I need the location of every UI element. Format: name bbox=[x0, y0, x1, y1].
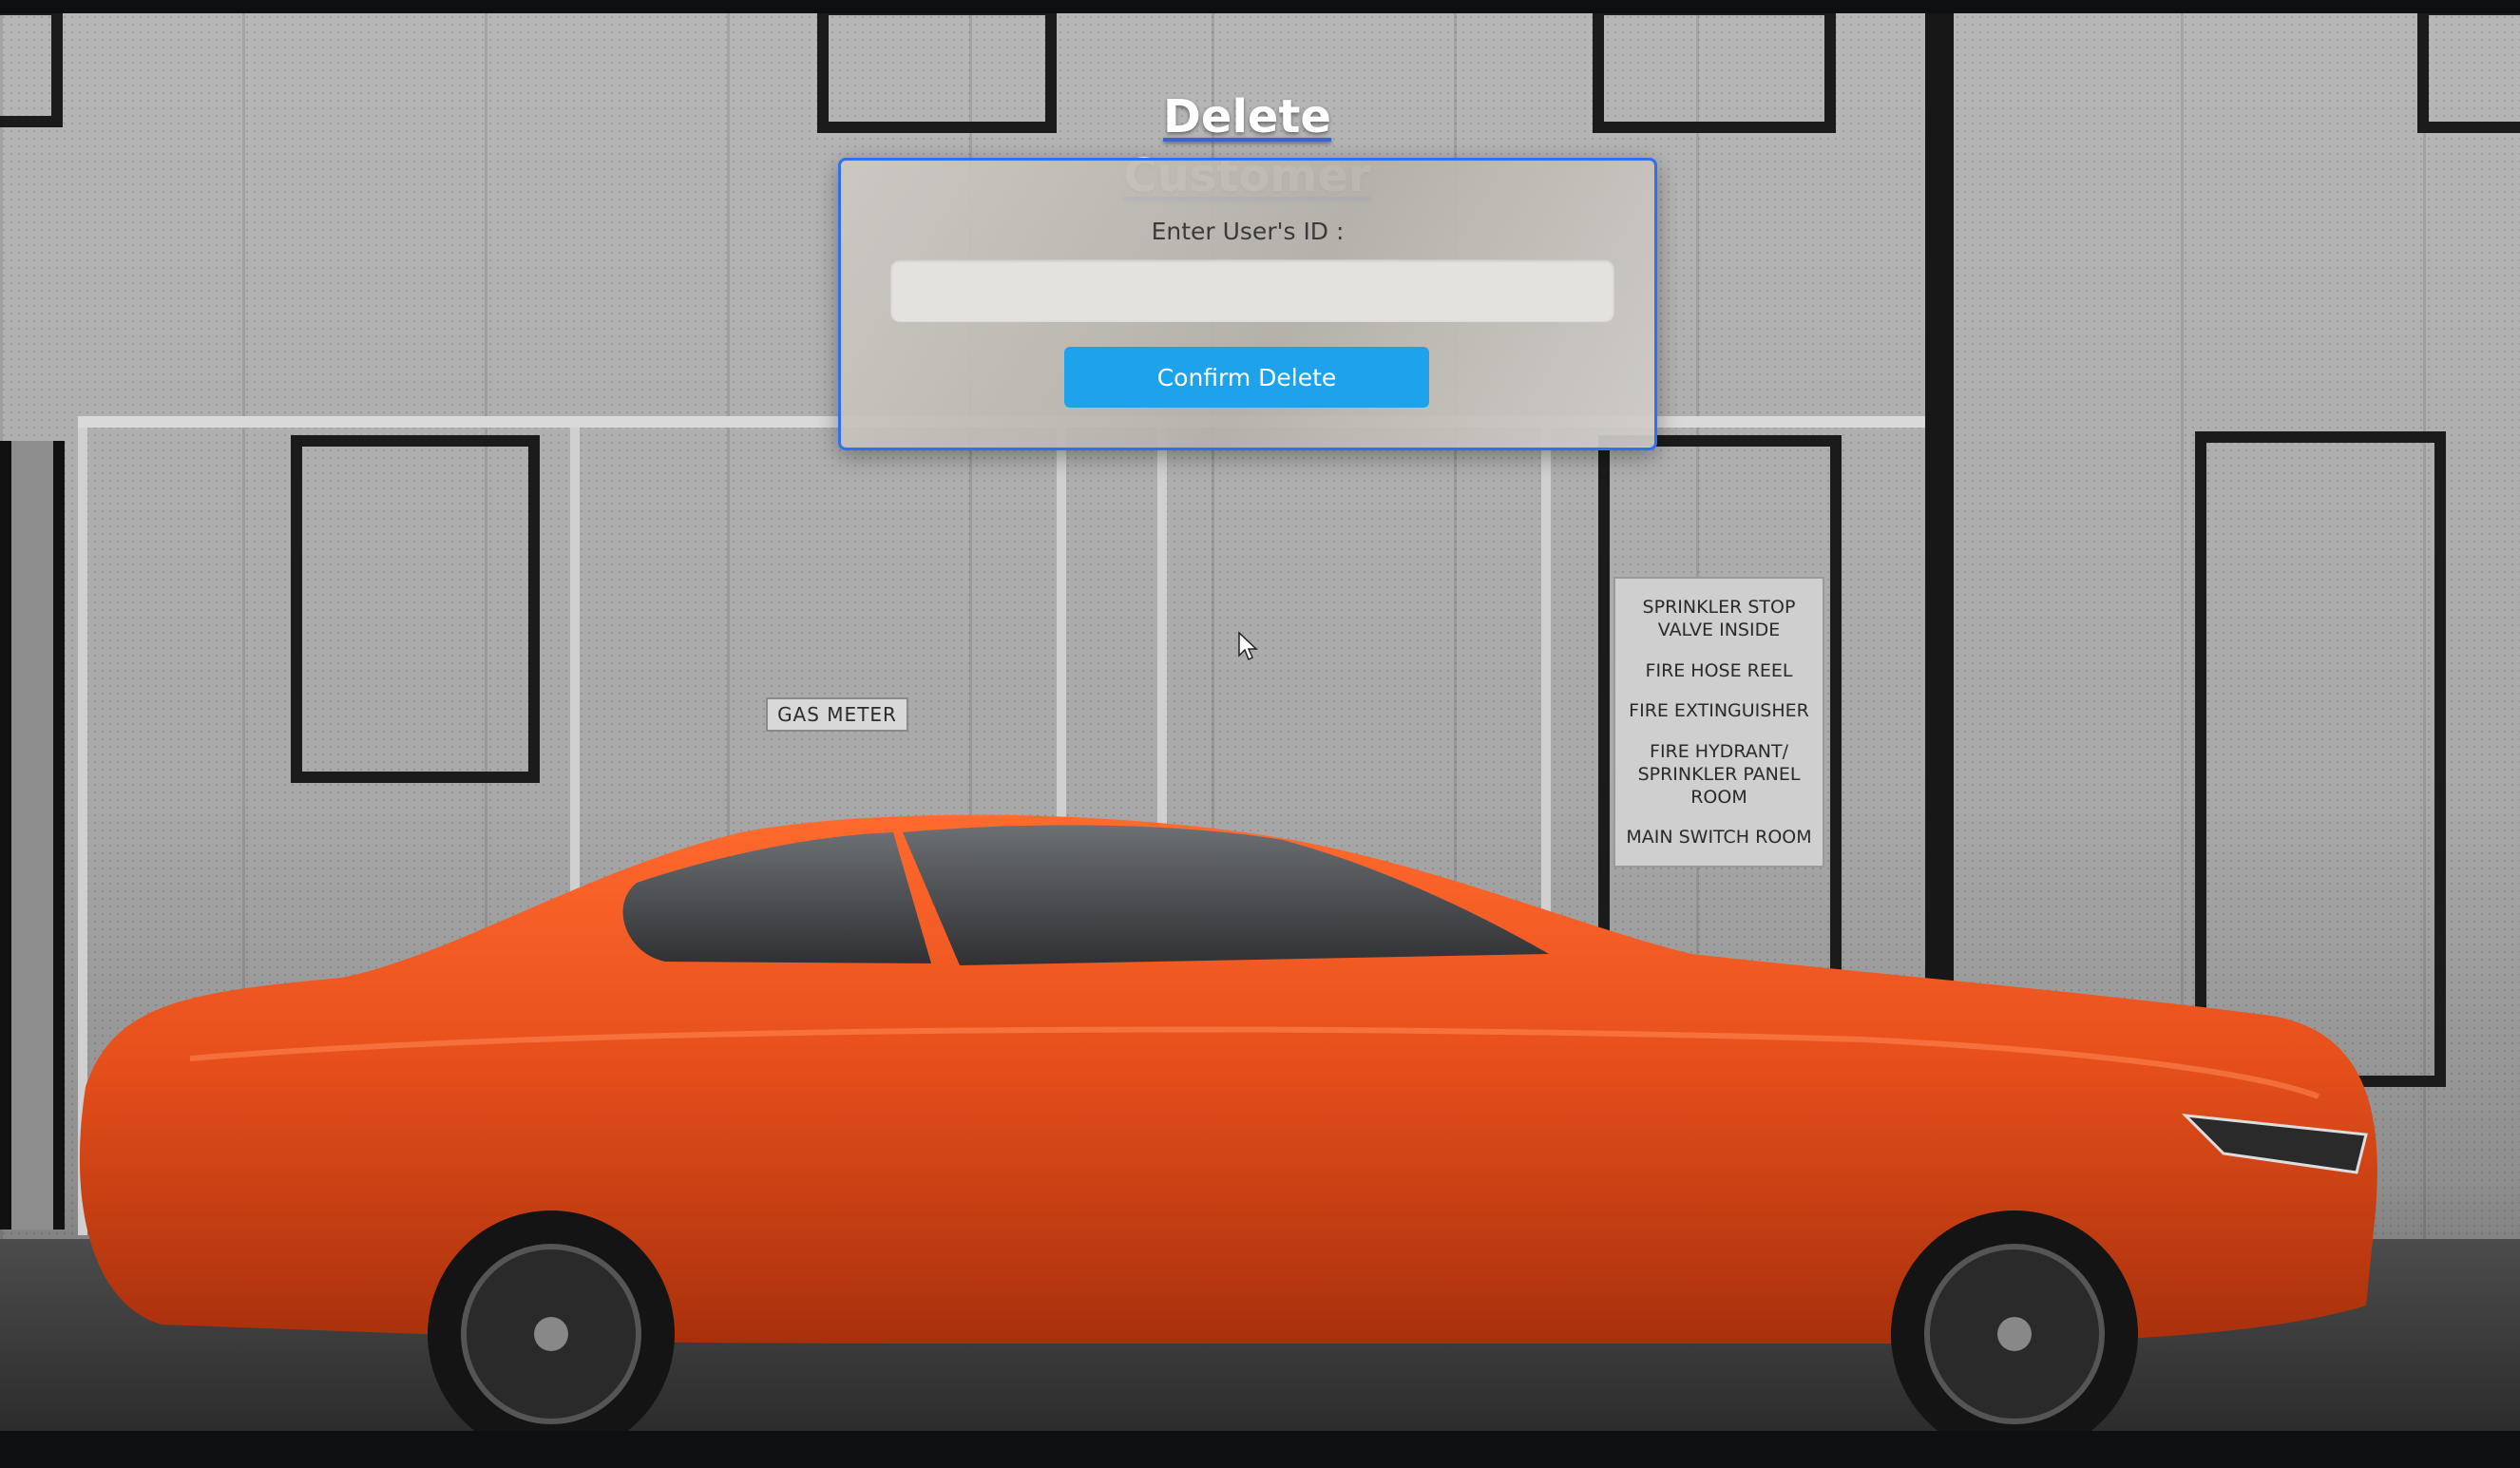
wall-post bbox=[0, 441, 65, 1230]
window-frame bbox=[1593, 13, 1836, 133]
window-frame bbox=[2417, 13, 2520, 133]
sign-line: SPRINKLER STOP VALVE INSIDE bbox=[1642, 597, 1796, 640]
mouse-pointer-icon bbox=[1238, 631, 1258, 661]
sign-line: FIRE HYDRANT/ SPRINKLER PANEL ROOM bbox=[1637, 740, 1801, 808]
screen: GAS METER SPRINKLER STOP VALVE INSIDE FI… bbox=[0, 0, 2520, 1468]
window-frame bbox=[817, 13, 1057, 133]
sign-line: FIRE EXTINGUISHER bbox=[1629, 700, 1809, 721]
orange-sports-car bbox=[79, 814, 2377, 1431]
user-id-input[interactable] bbox=[890, 259, 1614, 322]
user-id-label: Enter User's ID : bbox=[1151, 218, 1345, 245]
window-frame bbox=[291, 435, 540, 783]
delete-customer-dialog: Enter User's ID : Confirm Delete bbox=[838, 158, 1657, 450]
wall-rail bbox=[1157, 428, 1167, 827]
gas-meter-sign: GAS METER bbox=[766, 697, 908, 732]
window-frame bbox=[0, 13, 63, 127]
confirm-delete-button[interactable]: Confirm Delete bbox=[1064, 347, 1429, 408]
wall-rail bbox=[1057, 428, 1066, 827]
sign-line: FIRE HOSE REEL bbox=[1645, 659, 1793, 681]
